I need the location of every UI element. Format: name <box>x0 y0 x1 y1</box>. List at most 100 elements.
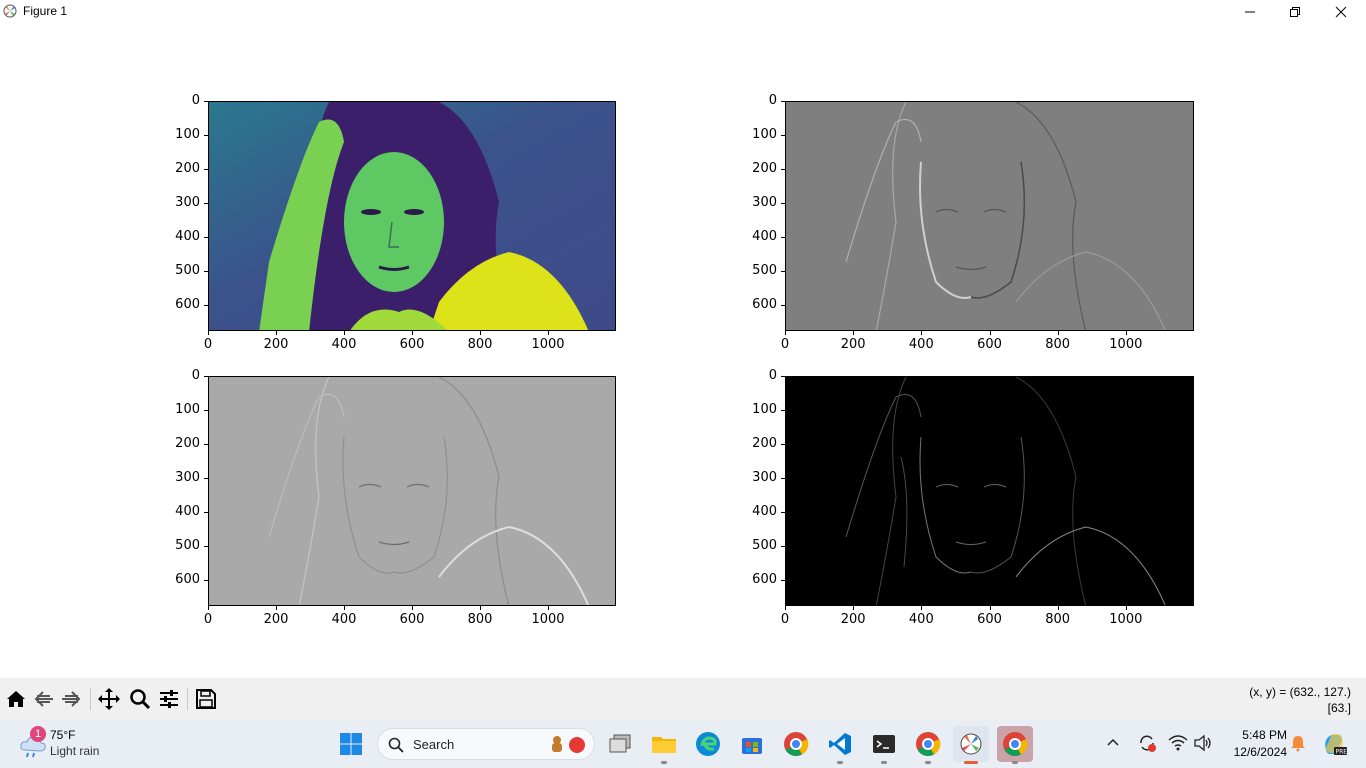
x-tick-mark <box>548 331 549 335</box>
close-button[interactable] <box>1318 0 1364 23</box>
weather-description: Light rain <box>50 744 100 758</box>
y-tick-mark <box>781 444 785 446</box>
back-button[interactable] <box>31 686 57 712</box>
save-button[interactable] <box>193 686 219 712</box>
y-tick-mark <box>204 305 208 307</box>
y-tick-label: 100 <box>752 402 777 418</box>
y-tick-mark <box>781 512 785 514</box>
x-tick-label: 800 <box>467 612 493 627</box>
taskbar-chrome[interactable] <box>778 726 814 762</box>
y-tick-label: 0 <box>191 93 200 108</box>
x-tick-mark <box>853 606 855 610</box>
x-tick-label: 800 <box>1045 337 1071 352</box>
copilot-button[interactable]: PRE <box>1320 730 1348 758</box>
x-tick-label: 1000 <box>1109 337 1143 352</box>
record-icon <box>569 737 585 753</box>
close-icon <box>1335 6 1347 17</box>
y-tick-mark <box>204 512 208 514</box>
volume-button[interactable] <box>1193 734 1215 754</box>
x-tick-mark <box>344 331 345 335</box>
y-tick-mark <box>204 237 208 239</box>
x-tick-mark <box>548 606 549 610</box>
home-button[interactable] <box>3 686 29 712</box>
matplotlib-app-icon <box>3 4 17 18</box>
back-icon <box>34 691 53 707</box>
forward-icon <box>62 691 81 707</box>
x-tick-label: 0 <box>780 337 790 352</box>
x-tick-label: 600 <box>399 337 425 352</box>
windows-taskbar: 1 75°F Light rain Search 5:48 PM 12/6/20… <box>0 720 1366 768</box>
start-button[interactable] <box>333 726 369 762</box>
gingerbread-icon <box>552 736 562 752</box>
y-tick-label: 400 <box>175 504 200 520</box>
active-indicator <box>964 761 978 764</box>
restore-icon <box>1290 6 1300 17</box>
zoom-icon <box>130 689 151 710</box>
network-button[interactable] <box>1168 734 1190 754</box>
chrome-icon <box>784 732 809 757</box>
x-tick-label: 0 <box>203 337 213 352</box>
notifications-button[interactable] <box>1289 734 1309 754</box>
y-tick-label: 300 <box>752 195 777 211</box>
running-indicator <box>881 761 887 764</box>
show-hidden-icons-button[interactable] <box>1105 734 1125 754</box>
x-tick-mark <box>1125 606 1127 610</box>
y-tick-mark <box>781 376 785 377</box>
configure-subplots-button[interactable] <box>156 686 182 712</box>
x-tick-label: 0 <box>203 612 213 627</box>
y-tick-mark <box>781 546 785 548</box>
y-tick-mark <box>781 580 785 582</box>
y-tick-label: 0 <box>768 368 777 383</box>
taskbar-file-explorer[interactable] <box>646 726 682 764</box>
maximize-button[interactable] <box>1272 0 1318 23</box>
taskbar-chrome-profile[interactable] <box>910 726 946 764</box>
taskbar-store[interactable] <box>734 726 770 762</box>
y-tick-label: 100 <box>752 127 777 143</box>
y-tick-label: 500 <box>175 263 200 279</box>
taskbar-terminal[interactable] <box>866 726 902 764</box>
x-tick-mark <box>412 606 413 610</box>
y-tick-mark <box>204 101 208 102</box>
y-tick-label: 500 <box>752 263 777 279</box>
y-tick-label: 200 <box>175 436 200 452</box>
taskbar-chrome-active[interactable] <box>997 726 1033 764</box>
x-tick-label: 800 <box>1045 612 1071 627</box>
x-tick-mark <box>480 331 481 335</box>
pan-button[interactable] <box>96 686 122 712</box>
y-tick-mark <box>204 135 208 137</box>
taskbar-search-box[interactable]: Search <box>377 728 595 760</box>
sobel-y-image <box>268 377 590 605</box>
y-tick-label: 200 <box>752 161 777 177</box>
y-tick-label: 100 <box>175 402 200 418</box>
image-area <box>208 101 616 331</box>
x-tick-mark <box>344 606 345 610</box>
sync-status-button[interactable] <box>1137 733 1159 755</box>
taskbar-vscode[interactable] <box>822 726 858 764</box>
y-tick-mark <box>781 169 785 171</box>
x-tick-label: 400 <box>908 337 934 352</box>
x-tick-mark <box>921 606 923 610</box>
cursor-coordinates: (x, y) = (632., 127.) [63.] <box>1249 684 1351 716</box>
minimize-button[interactable] <box>1227 0 1273 23</box>
x-tick-mark <box>989 606 991 610</box>
figure-canvas[interactable]: 0 100 200 300 400 500 600 0 200 400 600 800 1000 0 100… <box>0 23 1366 678</box>
x-tick-label: 400 <box>331 612 357 627</box>
x-tick-label: 1000 <box>531 612 565 627</box>
minimize-icon <box>1245 11 1255 12</box>
taskbar-edge[interactable] <box>690 726 726 762</box>
x-tick-mark <box>208 606 209 610</box>
zoom-button[interactable] <box>127 686 153 712</box>
y-tick-label: 600 <box>752 297 777 313</box>
running-indicator <box>925 761 931 764</box>
toolbar-separator <box>187 688 188 710</box>
y-tick-label: 500 <box>175 538 200 554</box>
x-tick-label: 600 <box>977 612 1002 627</box>
y-tick-label: 100 <box>175 127 200 143</box>
taskbar-matplotlib[interactable] <box>953 726 989 764</box>
x-tick-mark <box>1057 606 1059 610</box>
task-view-button[interactable] <box>602 726 638 762</box>
wifi-icon <box>1168 735 1188 751</box>
y-tick-label: 600 <box>175 297 200 313</box>
forward-button[interactable] <box>58 686 84 712</box>
toolbar-separator <box>90 688 91 710</box>
